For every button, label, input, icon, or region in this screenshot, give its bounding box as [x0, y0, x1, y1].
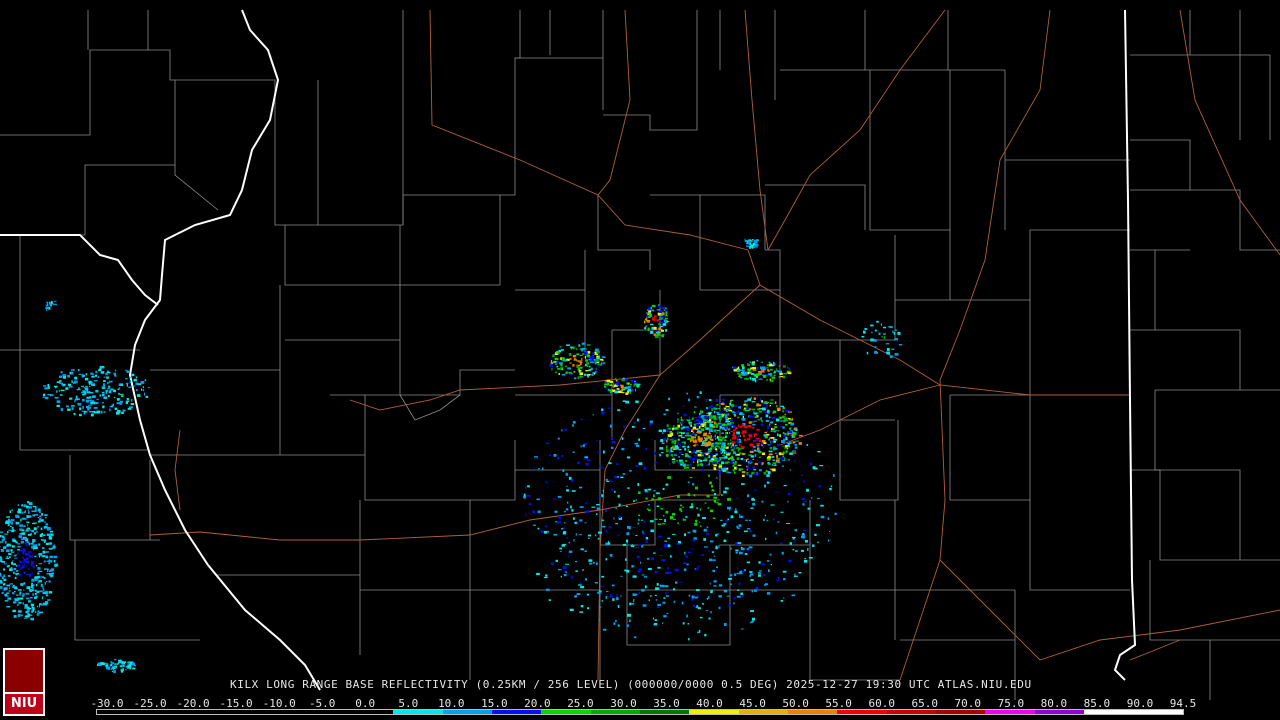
scale-color-cell	[1034, 710, 1085, 714]
logo-text: NIU	[5, 694, 43, 714]
scale-color-cell	[195, 710, 246, 714]
scale-color-cell	[985, 710, 1035, 714]
scale-color-cell	[837, 710, 887, 714]
scale-color-cell	[1133, 710, 1183, 714]
product-caption: KILX LONG RANGE BASE REFLECTIVITY (0.25K…	[230, 678, 1032, 691]
county-lines	[0, 10, 1280, 700]
scale-color-cell	[590, 710, 640, 714]
scale-color-cell	[886, 710, 937, 714]
niu-logo: NIU	[3, 648, 45, 716]
scale-color-cell	[491, 710, 542, 714]
state-borders	[0, 9, 1137, 691]
scale-color-cell	[294, 710, 344, 714]
scale-color-cell	[146, 710, 196, 714]
scale-color-cell	[1084, 710, 1134, 714]
scale-color-cell	[442, 710, 492, 714]
scale-color-cell	[97, 710, 147, 714]
highways	[149, 9, 1280, 681]
scale-color-cell	[788, 710, 838, 714]
radar-echoes	[0, 238, 903, 674]
scale-color-cell	[738, 710, 789, 714]
scale-color-cell	[639, 710, 690, 714]
reflectivity-color-scale	[96, 709, 1184, 715]
radar-map	[0, 9, 1280, 700]
tower-icon	[5, 650, 43, 692]
scale-color-cell	[343, 710, 394, 714]
reflectivity-scale-labels: -30.0 -25.0 -20.0 -15.0 -10.0 -5.0 0.0 5.0 10.0 1…	[90, 697, 1196, 710]
scale-color-cell	[936, 710, 986, 714]
scale-color-cell	[245, 710, 295, 714]
scale-color-cell	[541, 710, 591, 714]
scale-color-cell	[393, 710, 443, 714]
scale-color-cell	[689, 710, 739, 714]
